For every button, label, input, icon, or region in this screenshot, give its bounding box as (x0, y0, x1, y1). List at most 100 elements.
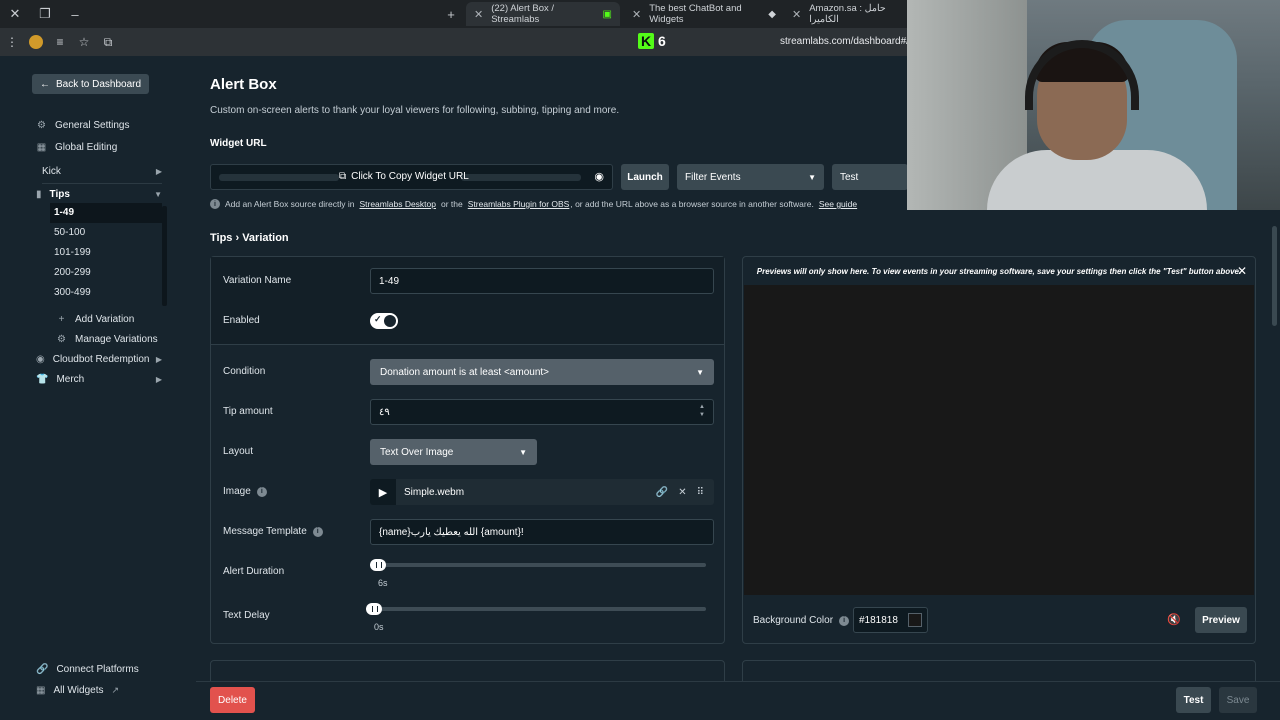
bookmark-star-icon[interactable]: ☆ (72, 28, 96, 56)
connect-platforms-label: Connect Platforms (56, 664, 139, 675)
url-text[interactable]: streamlabs.com/dashboard#/a (780, 36, 915, 47)
image-media-field[interactable]: ▶ Simple.webm 🔗 ✕ ⠿ (370, 479, 714, 505)
sidebar-item-cloudbot[interactable]: ◉ Cloudbot Redemption ▶ (36, 354, 162, 365)
variation-item-1-49[interactable]: 1-49 (50, 203, 162, 223)
sidebar-item-global-editing[interactable]: ▦ Global Editing (36, 142, 118, 153)
link-icon[interactable]: 🔗 (656, 487, 668, 498)
sidebar-item-general-settings[interactable]: ⚙ General Settings (36, 120, 129, 131)
layout-label: Layout (223, 446, 254, 457)
chevron-down-icon: ▼ (808, 172, 816, 182)
layout-select[interactable]: Text Over Image ▼ (370, 439, 537, 465)
variation-item-300-499[interactable]: 300-499 (50, 283, 162, 303)
copy-icon: ⧉ (339, 171, 347, 182)
url-blur (219, 174, 339, 181)
reading-list-icon[interactable]: ≡ (48, 28, 72, 56)
grid-dots-icon[interactable]: ⠿ (697, 487, 704, 498)
variation-list: 1-49 50-100 101-199 200-299 300-499 (50, 203, 168, 303)
obs-plugin-link[interactable]: Streamlabs Plugin for OBS (468, 199, 570, 209)
tip-amount-input[interactable]: ٤٩ ▲ ▼ (370, 399, 714, 425)
tab-chatbot[interactable]: ✕ The best ChatBot and Widgets ◆ (624, 2, 784, 26)
add-variation-button[interactable]: + Add Variation (56, 314, 135, 325)
preview-button[interactable]: Preview (1195, 607, 1247, 633)
background-color-label: Background Color i (753, 615, 850, 626)
kick-extension[interactable]: K 6 (638, 33, 666, 49)
text-delay-knob[interactable] (366, 603, 382, 615)
see-guide-link[interactable]: See guide (819, 199, 857, 209)
variation-item-50-100[interactable]: 50-100 (50, 223, 162, 243)
test-dropdown[interactable]: Test (832, 164, 908, 190)
color-swatch[interactable] (908, 613, 922, 627)
widget-url-field[interactable]: ⧉ Click To Copy Widget URL ◉ (210, 164, 613, 190)
sidebar-item-label: Global Editing (55, 142, 118, 153)
tab-close-icon[interactable]: ✕ (632, 8, 641, 21)
extension-icon[interactable] (24, 28, 48, 56)
text-delay-slider[interactable] (366, 603, 706, 615)
alert-duration-knob[interactable] (370, 559, 386, 571)
save-button[interactable]: Save (1219, 687, 1257, 713)
eye-icon[interactable]: ◉ (594, 170, 604, 183)
info-icon[interactable]: i (256, 486, 267, 497)
chevron-down-icon: ▼ (519, 447, 527, 457)
variation-scrollbar[interactable] (162, 206, 167, 306)
condition-label: Condition (223, 366, 266, 377)
message-label-text: Message Template (223, 526, 307, 537)
connect-platforms-link[interactable]: 🔗 Connect Platforms (36, 664, 139, 675)
plus-icon: + (58, 314, 65, 325)
test-button[interactable]: Test (1176, 687, 1211, 713)
sidebar: ← Back to Dashboard ⚙ General Settings ▦… (0, 56, 196, 720)
alert-duration-slider[interactable] (370, 559, 706, 571)
message-template-input[interactable]: {name}الله يعطيك يارب {amount}! (370, 519, 714, 545)
sidebar-item-merch[interactable]: 👕 Merch ▶ (36, 374, 162, 385)
tab-close-icon[interactable]: ✕ (792, 8, 801, 21)
variation-name-input[interactable]: 1-49 (370, 268, 714, 294)
alert-duration-value: 6s (378, 578, 388, 588)
tab-alert-box[interactable]: ✕ (22) Alert Box / Streamlabs ▣ (466, 2, 620, 26)
number-stepper-icon[interactable]: ▲ ▼ (699, 403, 705, 419)
sidebar-item-kick[interactable]: Kick ▶ (42, 166, 162, 184)
new-tab-icon[interactable]: + (436, 0, 466, 28)
variation-item-101-199[interactable]: 101-199 (50, 243, 162, 263)
tab-title: The best ChatBot and Widgets (649, 3, 742, 25)
info-icon[interactable]: i (312, 526, 323, 537)
restore-window-icon[interactable]: ❐ (30, 0, 60, 28)
kick-count: 6 (658, 33, 666, 49)
sidebar-item-label: Tips (49, 189, 70, 200)
filter-events-dropdown[interactable]: Filter Events ▼ (677, 164, 824, 190)
tab-amazon[interactable]: ✕ Amazon.sa : حامل الكاميرا (784, 2, 908, 26)
cloudbot-icon: ◉ (36, 354, 45, 365)
menu-dots-icon[interactable]: ⋮ (0, 28, 24, 56)
condition-value: Donation amount is at least <amount> (380, 366, 549, 378)
sidebar-item-tips[interactable]: ▮ Tips ▼ (36, 189, 162, 200)
condition-select[interactable]: Donation amount is at least <amount> ▼ (370, 359, 714, 385)
all-widgets-link[interactable]: ▦ All Widgets ↗ (36, 685, 119, 696)
back-to-dashboard-button[interactable]: ← Back to Dashboard (32, 74, 150, 94)
text-delay-value: 0s (374, 622, 384, 632)
copy-widget-url-button[interactable]: ⧉ Click To Copy Widget URL (339, 171, 469, 182)
manage-variations-button[interactable]: ⚙ Manage Variations (56, 334, 158, 345)
page-scrollbar[interactable] (1272, 226, 1277, 326)
delete-button[interactable]: Delete (210, 687, 255, 713)
widget-url-label: Widget URL (210, 138, 267, 149)
close-window-icon[interactable]: ✕ (0, 0, 30, 28)
background-color-input[interactable]: #181818 (853, 607, 928, 633)
launch-button[interactable]: Launch (621, 164, 669, 190)
caret-right-icon: ▶ (155, 167, 162, 176)
tab-close-icon[interactable]: ✕ (474, 8, 483, 21)
video-file-icon: ▶ (370, 479, 396, 505)
webcam-person-body (987, 150, 1207, 210)
breadcrumb: Tips › Variation (210, 232, 289, 244)
minimize-window-icon[interactable]: – (60, 0, 90, 28)
preview-canvas (744, 285, 1254, 595)
enabled-toggle[interactable]: ✓ (370, 313, 398, 329)
translate-icon[interactable]: ⧉ (96, 28, 120, 56)
check-icon: ✓ (374, 314, 382, 324)
mute-icon[interactable]: 🔇 (1167, 613, 1181, 626)
info-icon[interactable]: i (839, 615, 850, 626)
streamlabs-desktop-link[interactable]: Streamlabs Desktop (359, 199, 436, 209)
alert-duration-label: Alert Duration (223, 566, 285, 577)
sidebar-item-label: Merch (56, 374, 85, 385)
close-icon[interactable]: ✕ (1237, 264, 1247, 278)
variation-item-200-299[interactable]: 200-299 (50, 263, 162, 283)
close-icon[interactable]: ✕ (678, 487, 686, 498)
grid-icon: ▦ (36, 142, 47, 153)
